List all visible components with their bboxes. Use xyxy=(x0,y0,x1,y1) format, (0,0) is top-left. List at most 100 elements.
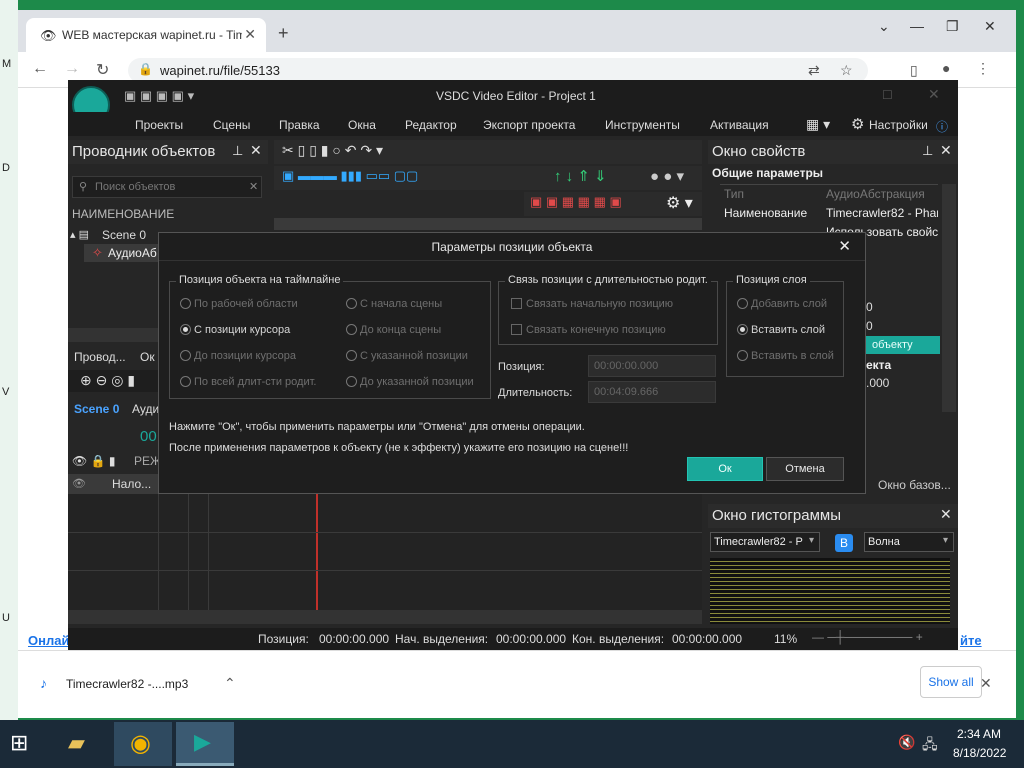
tab-title: WEB мастерская wapinet.ru - Timecrawler8… xyxy=(62,28,242,42)
pin-icon[interactable]: ⊥ xyxy=(232,143,243,159)
radio-to-position[interactable]: До указанной позиции xyxy=(346,376,474,388)
chevron-down-icon[interactable]: ⌄ xyxy=(878,18,890,35)
start-windows-icon[interactable]: ⊞ xyxy=(10,730,28,756)
prop-value[interactable]: Timecrawler82 - Phar xyxy=(826,206,938,220)
checkbox-link-end[interactable]: Связать конечную позицию xyxy=(511,324,666,336)
page-link-right[interactable]: йте xyxy=(960,633,982,648)
lower-tab-windows[interactable]: Ок xyxy=(140,350,155,364)
scene-node[interactable]: Scene 0 xyxy=(102,228,146,242)
taskbar-vsdc[interactable]: ▶ xyxy=(176,722,234,766)
menu-item[interactable]: Проекты xyxy=(135,118,183,132)
timeline-tool-icons[interactable]: ⊕ ⊖ ◎ ▮ xyxy=(80,372,135,389)
quick-toolbar-icons[interactable]: ▣ ▣ ▣ ▣ ▾ xyxy=(124,88,194,104)
profile-avatar-icon[interactable]: ● xyxy=(942,60,950,76)
track-eye-icon[interactable]: 👁 xyxy=(72,477,86,490)
close-tab-icon[interactable]: ✕ xyxy=(244,26,256,43)
toolbar-gear-icon[interactable]: ⚙ ▾ xyxy=(666,193,693,213)
lower-tab-explorer[interactable]: Провод... xyxy=(74,350,126,364)
zoom-slider[interactable]: — ─┼──────── + xyxy=(812,630,923,644)
settings-label[interactable]: Настройки xyxy=(869,118,928,132)
reload-icon[interactable]: ↻ xyxy=(96,60,109,80)
position-field[interactable]: 00:00:00.000 xyxy=(588,355,716,377)
show-all-button[interactable]: Show all xyxy=(920,666,982,698)
radio-to-cursor[interactable]: До позиции курсора xyxy=(180,350,296,362)
object-search-input[interactable]: ⚲ Поиск объектов ✕ xyxy=(72,176,262,198)
pin-icon[interactable]: ⊥ xyxy=(922,143,933,159)
radio-insert-into-layer[interactable]: Вставить в слой xyxy=(737,350,834,362)
radio-scene-start[interactable]: С начала сцены xyxy=(346,298,442,310)
taskbar-explorer[interactable]: ▰ xyxy=(56,722,106,766)
chevron-up-icon[interactable]: ⌃ xyxy=(224,675,236,692)
dialog-close-icon[interactable]: ✕ xyxy=(838,233,851,261)
layer-visibility-icons[interactable]: 👁 🔒 ▮ xyxy=(72,454,115,468)
maximize-icon[interactable]: ❐ xyxy=(946,18,959,35)
close-shelf-icon[interactable]: ✕ xyxy=(980,675,992,692)
prop-highlight-button[interactable]: объекту xyxy=(864,336,940,354)
ok-button[interactable]: Ок xyxy=(687,457,763,481)
radio-scene-end[interactable]: До конца сцены xyxy=(346,324,441,336)
menu-item[interactable]: Экспорт проекта xyxy=(483,118,575,132)
network-icon[interactable]: 🖧 xyxy=(922,734,938,758)
radio-insert-layer[interactable]: Вставить слой xyxy=(737,324,825,336)
translate-icon[interactable]: ⇄ xyxy=(808,62,820,79)
back-icon[interactable]: ← xyxy=(32,60,48,78)
radio-from-cursor[interactable]: С позиции курсора xyxy=(180,324,290,336)
forward-icon[interactable]: → xyxy=(64,60,80,78)
bookmark-star-icon[interactable]: ☆ xyxy=(840,62,853,79)
track-separator xyxy=(68,570,702,571)
checkbox-link-start[interactable]: Связать начальную позицию xyxy=(511,298,673,310)
duration-field[interactable]: 00:04:09.666 xyxy=(588,381,716,403)
base-window-tab[interactable]: Окно базов... xyxy=(878,478,951,492)
taskbar-date[interactable]: 8/18/2022 xyxy=(953,746,1006,760)
page-link-left[interactable]: Онлай xyxy=(28,633,69,648)
menu-item[interactable]: Правка xyxy=(279,118,320,132)
radio-from-position[interactable]: С указанной позиции xyxy=(346,350,468,362)
arrange-arrow-icons[interactable]: ↑ ↓ ⇑ ⇓ xyxy=(554,167,607,185)
minimize-icon[interactable]: — xyxy=(910,18,924,34)
tree-expand-icon[interactable]: ▴ ▤ xyxy=(70,228,89,241)
menu-item[interactable]: Инструменты xyxy=(605,118,680,132)
radio-add-layer[interactable]: Добавить слой xyxy=(737,298,827,310)
menu-item[interactable]: Окна xyxy=(348,118,376,132)
edit-tool-icons[interactable]: ✂ ▯ ▯ ▮ ○ ↶ ↷ ▾ xyxy=(282,142,383,159)
browser-tab[interactable]: 👁 WEB мастерская wapinet.ru - Timecrawle… xyxy=(26,18,266,52)
timeline-hscroll[interactable] xyxy=(68,610,702,624)
prop-highlight-label: объекту xyxy=(872,339,913,351)
track-header[interactable]: 👁 Нало... xyxy=(68,474,158,494)
download-filename[interactable]: Timecrawler82 -....mp3 xyxy=(66,677,188,691)
properties-vscroll[interactable] xyxy=(942,184,956,412)
taskbar-chrome[interactable]: ◉ xyxy=(114,722,172,766)
timeline-tracks[interactable] xyxy=(68,494,702,610)
timeline-scene-tab[interactable]: Scene 0 xyxy=(74,402,119,416)
sidepanel-icon[interactable]: ▯ xyxy=(910,62,918,79)
gear-icon[interactable]: ⚙ xyxy=(851,115,864,133)
timeline-audio-tab[interactable]: Ауди xyxy=(132,402,159,416)
panel-close-icon[interactable]: ✕ xyxy=(940,506,952,523)
menu-item[interactable]: Активация xyxy=(710,118,769,132)
info-icon[interactable]: ⓘ xyxy=(936,118,948,135)
layout-icon[interactable]: ▦ ▾ xyxy=(806,116,830,133)
cancel-button[interactable]: Отмена xyxy=(766,457,844,481)
properties-section[interactable]: Общие параметры xyxy=(712,166,823,180)
histogram-source-select[interactable]: Timecrawler82 - P ▾ xyxy=(710,532,820,552)
speaker-muted-icon[interactable]: 🔇 xyxy=(898,734,915,751)
app-close-icon[interactable]: ✕ xyxy=(928,86,940,103)
app-maximize-icon[interactable]: ☐ xyxy=(882,88,893,102)
histogram-mode-select[interactable]: Волна ▾ xyxy=(864,532,954,552)
close-window-icon[interactable]: ✕ xyxy=(984,18,996,35)
panel-close-icon[interactable]: ✕ xyxy=(940,142,952,159)
playhead-cursor[interactable] xyxy=(316,494,318,610)
taskbar-time[interactable]: 2:34 AM xyxy=(957,727,1001,741)
align-tool-icons[interactable]: ▣ ▬▬▬ ▮▮▮ ▭▭ ▢▢ xyxy=(282,168,418,184)
new-tab-icon[interactable]: + xyxy=(278,23,289,44)
channel-b-button[interactable]: B xyxy=(835,534,853,552)
shape-tool-icons[interactable]: ● ● ▾ xyxy=(650,167,684,185)
menu-item[interactable]: Редактор xyxy=(405,118,457,132)
radio-parent-length[interactable]: По всей длит-сти родит. xyxy=(180,376,316,388)
kebab-menu-icon[interactable]: ⋮ xyxy=(976,60,990,77)
radio-work-area[interactable]: По рабочей области xyxy=(180,298,298,310)
clear-icon[interactable]: ✕ xyxy=(249,180,258,193)
panel-close-icon[interactable]: ✕ xyxy=(250,142,262,159)
grid-tool-icons[interactable]: ▣ ▣ ▦ ▦ ▦ ▣ xyxy=(530,194,622,210)
menu-item[interactable]: Сцены xyxy=(213,118,250,132)
